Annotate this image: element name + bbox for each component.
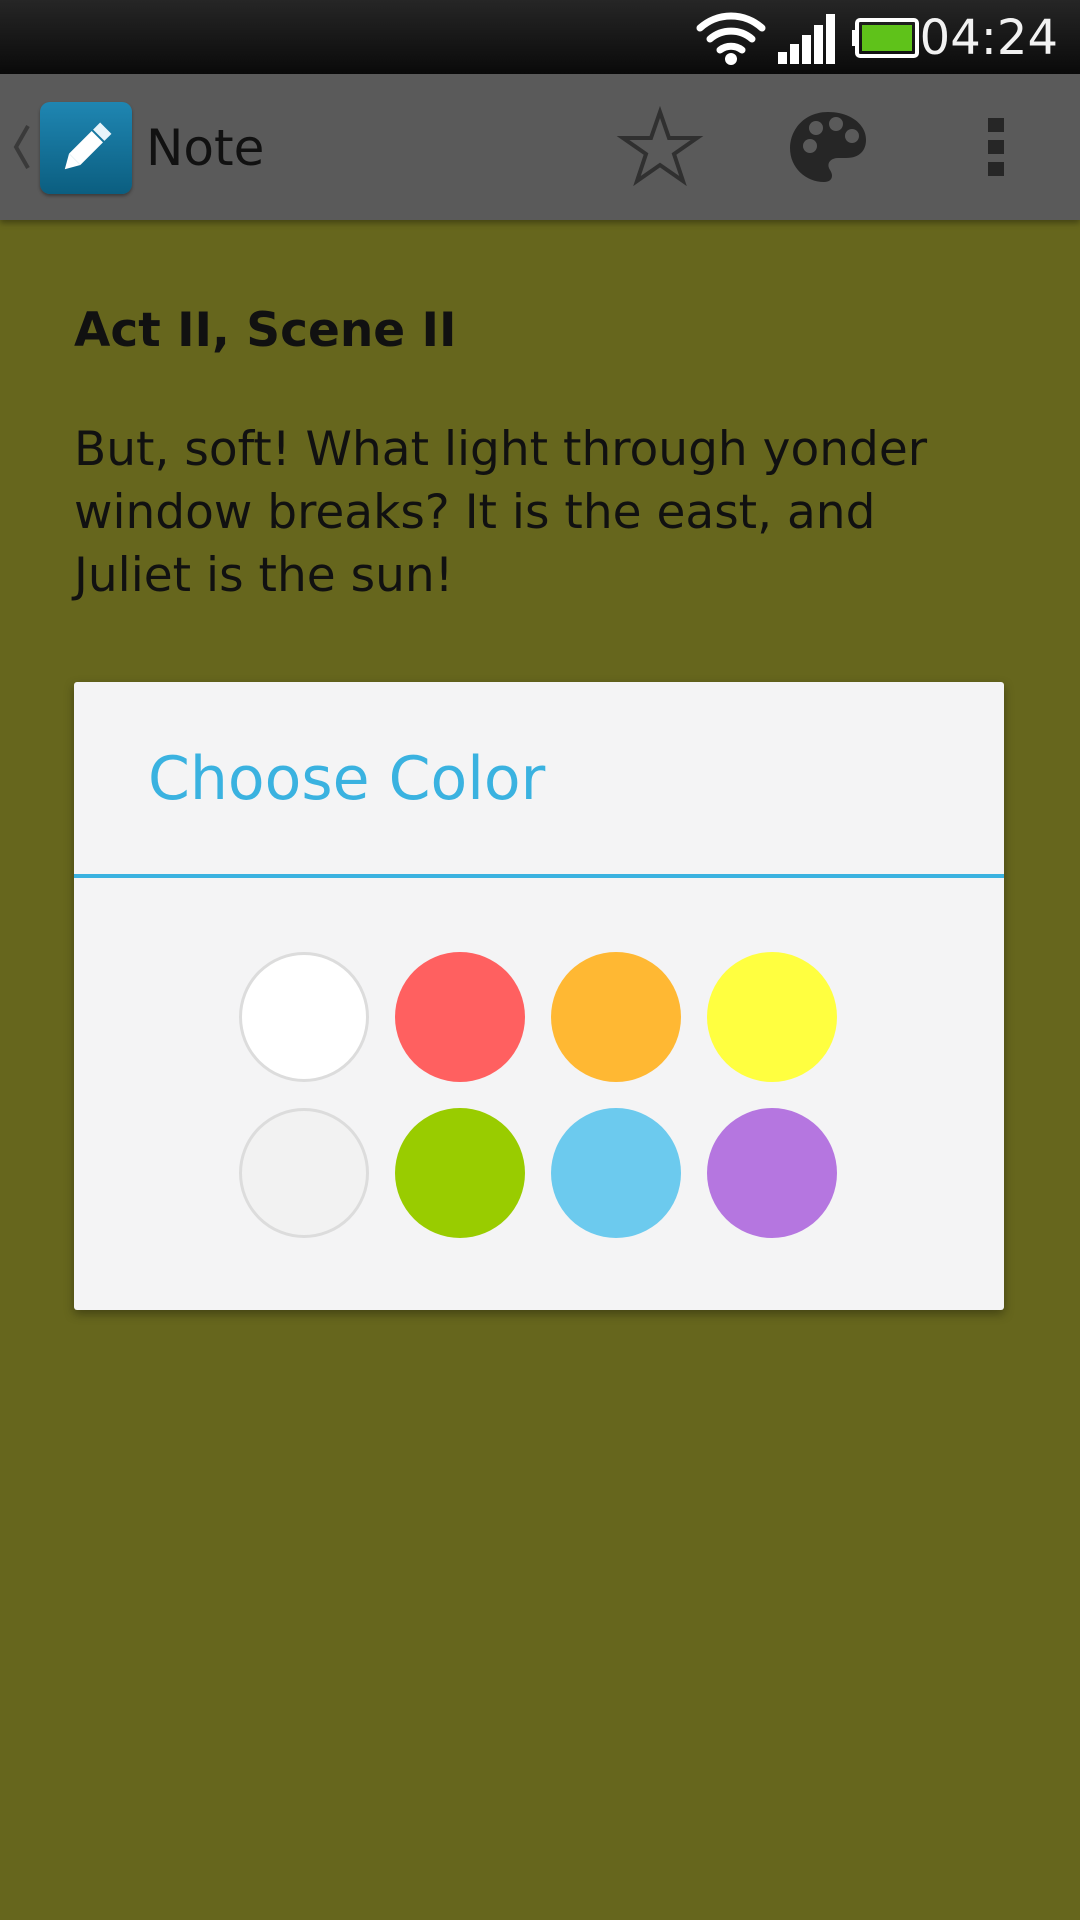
color-swatch-orange[interactable] <box>551 952 681 1082</box>
color-swatch-red[interactable] <box>395 952 525 1082</box>
note-content[interactable]: Act II, Scene II But, soft! What light t… <box>74 300 974 607</box>
app-home-button[interactable] <box>40 102 132 194</box>
overflow-menu-button[interactable] <box>948 104 1044 190</box>
color-swatch-green[interactable] <box>395 1108 525 1238</box>
note-body: But, soft! What light through yonder win… <box>74 422 928 603</box>
star-button[interactable] <box>612 104 708 190</box>
note-heading: Act II, Scene II <box>74 303 457 358</box>
color-palette-button[interactable] <box>780 104 876 190</box>
action-bar: Note <box>0 74 1080 220</box>
color-swatch-yellow[interactable] <box>707 952 837 1082</box>
color-swatch-purple[interactable] <box>707 1108 837 1238</box>
color-swatch-blue[interactable] <box>551 1108 681 1238</box>
dialog-divider <box>74 874 1004 878</box>
wifi-icon <box>696 8 766 66</box>
status-clock: 04:24 <box>919 10 1058 66</box>
dialog-title: Choose Color <box>148 744 546 814</box>
action-bar-title: Note <box>146 119 265 177</box>
signal-icon <box>776 8 838 66</box>
choose-color-dialog: Choose Color <box>74 682 1004 1310</box>
status-bar: 04:24 <box>0 0 1080 74</box>
battery-icon <box>850 8 920 66</box>
chevron-left-icon[interactable] <box>10 118 32 176</box>
color-swatch-white[interactable] <box>239 952 369 1082</box>
color-swatch-light-gray[interactable] <box>239 1108 369 1238</box>
